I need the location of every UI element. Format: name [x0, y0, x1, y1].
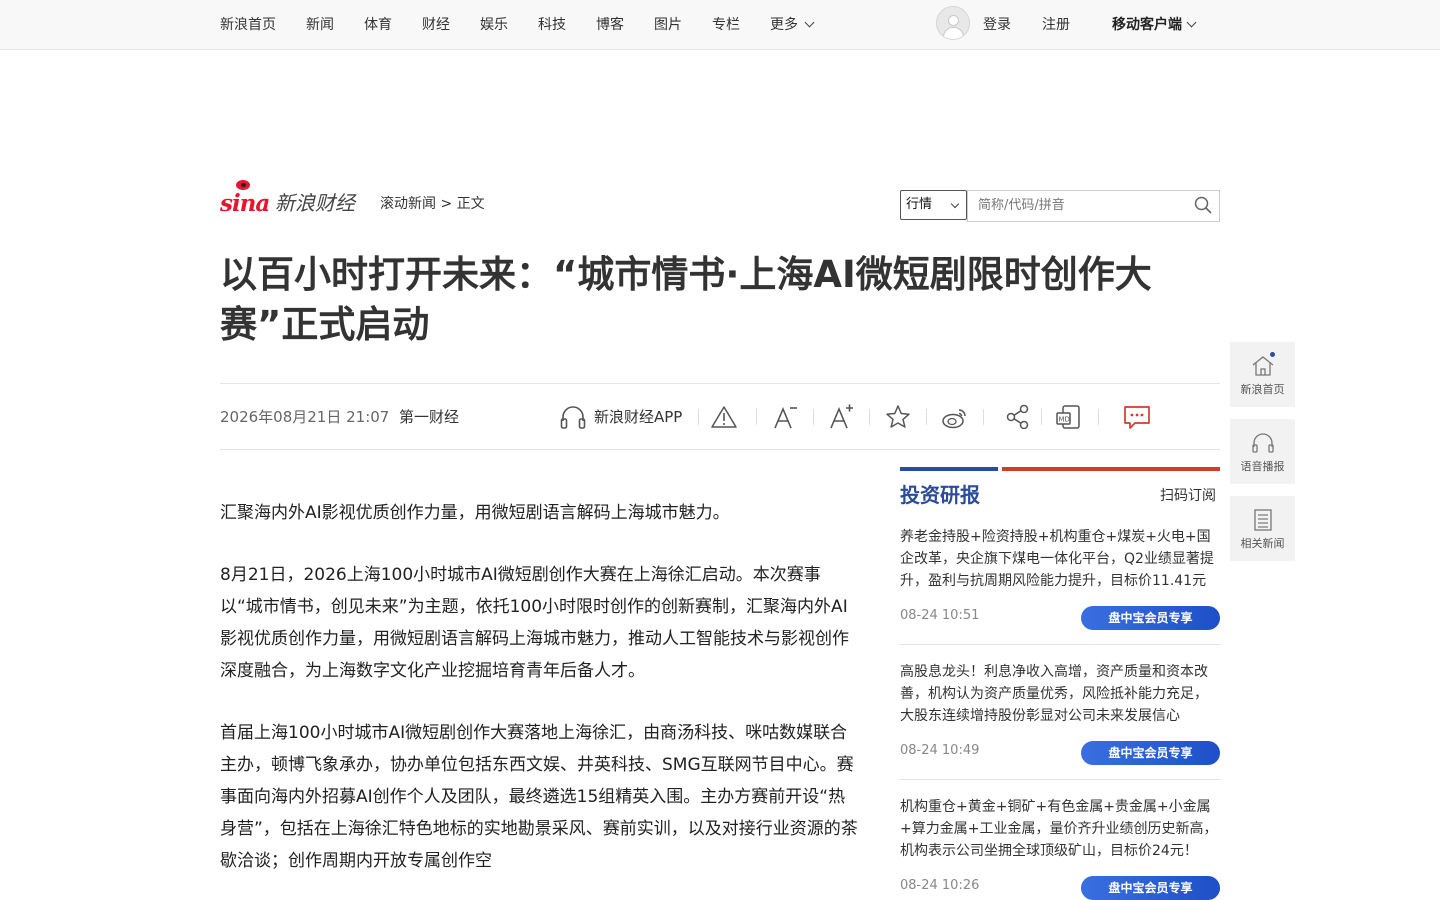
publish-datetime: 2026年08月21日 21:07: [220, 408, 390, 426]
research-item[interactable]: 高股息龙头！利息净收入高增，资产质量和资本改善，机构认为资产质量优秀，风险抵补能…: [900, 661, 1220, 781]
font-increase-icon[interactable]: [826, 402, 856, 432]
nav-more-dropdown[interactable]: 更多: [770, 15, 815, 35]
breadcrumb-current: 正文: [456, 196, 485, 212]
side-related-button[interactable]: 相关新闻: [1230, 496, 1295, 561]
article-source[interactable]: 第一财经: [399, 406, 459, 428]
side-home-button[interactable]: 新浪首页: [1230, 342, 1295, 407]
article-paragraph: 汇聚海内外AI影视优质创作力量，用微短剧语言解码上海城市魅力。: [220, 503, 730, 523]
sina-finance-logo[interactable]: sina 新浪财经: [220, 180, 365, 217]
side-audio-button[interactable]: 语音播报: [1230, 419, 1295, 484]
report-icon[interactable]: [709, 402, 739, 432]
breadcrumb-separator: >: [440, 196, 453, 212]
article-paragraph: 首届上海100小时城市AI微短剧创作大赛落地上海徐汇，由商汤科技、咪咕数媒联合主…: [220, 723, 858, 871]
nav-item-sports[interactable]: 体育: [364, 15, 392, 35]
wechat-icon[interactable]: MD: [1054, 402, 1084, 432]
sina-logo-text: sina: [220, 190, 270, 217]
top-nav-bar: 新浪首页 新闻 体育 财经 娱乐 科技 博客 图片 专栏 更多 登录 注册 移动…: [0, 0, 1440, 50]
research-item[interactable]: 机构重仓+黄金+铜矿+有色金属+贵金属+小金属+算力金属+工业金属，量价齐升业绩…: [900, 796, 1220, 900]
panel-accent-bar: [900, 467, 1220, 471]
list-icon: [1254, 509, 1272, 531]
share-icon[interactable]: [1003, 402, 1033, 432]
divider: [900, 779, 1220, 780]
home-icon: [1252, 356, 1274, 376]
star-icon[interactable]: [883, 402, 913, 432]
research-item-time: 08-24 10:26: [900, 878, 980, 893]
search-icon[interactable]: [1194, 196, 1212, 214]
article-title: 以百小时打开未来：“城市情书·上海AI微短剧限时创作大赛”正式启动: [220, 253, 1152, 346]
nav-more-label: 更多: [770, 17, 798, 33]
divider: [983, 409, 984, 425]
nav-item-tech[interactable]: 科技: [538, 15, 566, 35]
research-item[interactable]: 养老金持股+险资持股+机构重仓+煤炭+火电+国企改革，央企旗下煤电一体化平台，Q…: [900, 526, 1220, 646]
member-exclusive-badge[interactable]: 盘中宝会员专享: [1081, 606, 1220, 630]
sina-eye-icon: [236, 180, 250, 190]
divider: [220, 449, 1220, 450]
font-decrease-icon[interactable]: [770, 402, 800, 432]
nav-item-blog[interactable]: 博客: [596, 15, 624, 35]
nav-item-finance[interactable]: 财经: [422, 15, 450, 35]
side-related-label: 相关新闻: [1240, 537, 1285, 550]
divider: [926, 409, 927, 425]
scan-subscribe-link[interactable]: 扫码订阅: [1160, 486, 1216, 506]
chevron-down-icon: [950, 199, 960, 209]
side-audio-label: 语音播报: [1240, 460, 1285, 473]
nav-item-photos[interactable]: 图片: [654, 15, 682, 35]
divider: [1098, 409, 1099, 425]
research-item-text[interactable]: 高股息龙头！利息净收入高增，资产质量和资本改善，机构认为资产质量优秀，风险抵补能…: [900, 661, 1220, 727]
divider: [756, 409, 757, 425]
market-select[interactable]: 行情: [900, 190, 967, 220]
member-exclusive-badge[interactable]: 盘中宝会员专享: [1081, 741, 1220, 765]
register-link[interactable]: 注册: [1042, 15, 1070, 35]
research-item-time: 08-24 10:51: [900, 608, 980, 623]
divider: [220, 383, 1220, 384]
chevron-down-icon: [1186, 17, 1197, 28]
breadcrumb-rolling-news[interactable]: 滚动新闻: [380, 193, 436, 213]
nav-item-columns[interactable]: 专栏: [712, 15, 740, 35]
breadcrumb: 滚动新闻 > 正文: [380, 193, 485, 213]
user-avatar[interactable]: [936, 6, 970, 40]
headphone-icon: [1252, 433, 1274, 453]
article-paragraph: 8月21日，2026上海100小时城市AI微短剧创作大赛在上海徐汇启动。本次赛事…: [220, 565, 849, 681]
research-item-text[interactable]: 养老金持股+险资持股+机构重仓+煤炭+火电+国企改革，央企旗下煤电一体化平台，Q…: [900, 526, 1220, 592]
svg-text:MD: MD: [1059, 416, 1070, 424]
article-body: 汇聚海内外AI影视优质创作力量，用微短剧语言解码上海城市魅力。 8月21日，20…: [220, 497, 860, 900]
market-select-value: 行情: [906, 197, 933, 212]
research-item-text[interactable]: 机构重仓+黄金+铜矿+有色金属+贵金属+小金属+算力金属+工业金属，量价齐升业绩…: [900, 796, 1220, 862]
side-home-label: 新浪首页: [1240, 383, 1285, 396]
member-exclusive-badge[interactable]: 盘中宝会员专享: [1081, 876, 1220, 900]
quote-search: 行情 简称/代码/拼音: [900, 190, 1220, 222]
nav-item-entertainment[interactable]: 娱乐: [480, 15, 508, 35]
chevron-down-icon: [804, 17, 815, 28]
divider: [813, 409, 814, 425]
login-link[interactable]: 登录: [983, 15, 1011, 35]
divider: [1041, 409, 1042, 425]
headphone-icon[interactable]: [558, 402, 588, 432]
nav-item-sina-home[interactable]: 新浪首页: [220, 15, 276, 35]
finance-app-link[interactable]: 新浪财经APP: [594, 406, 682, 428]
divider: [900, 644, 1220, 645]
weibo-icon[interactable]: [940, 402, 970, 432]
divider: [869, 409, 870, 425]
divider: [698, 409, 699, 425]
research-panel-title: 投资研报: [900, 483, 980, 507]
research-item-time: 08-24 10:49: [900, 743, 980, 758]
brand-name: 新浪财经: [275, 191, 355, 215]
mobile-client-label: 移动客户端: [1112, 17, 1182, 33]
nav-item-news[interactable]: 新闻: [306, 15, 334, 35]
comment-icon[interactable]: [1122, 402, 1152, 432]
search-input[interactable]: 简称/代码/拼音: [967, 190, 1220, 222]
mobile-client-dropdown[interactable]: 移动客户端: [1112, 15, 1197, 35]
